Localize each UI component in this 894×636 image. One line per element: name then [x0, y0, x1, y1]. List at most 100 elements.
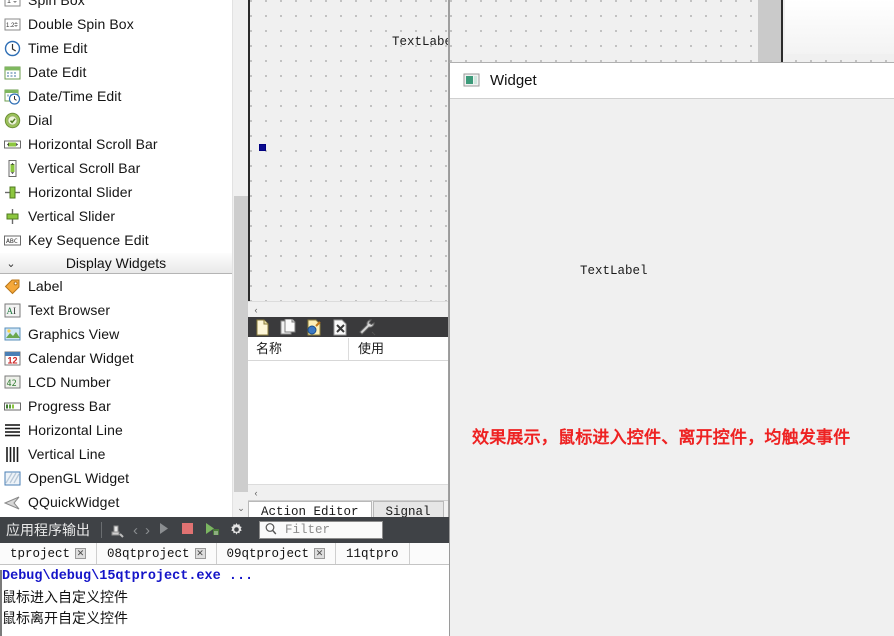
widget-group-display-widgets[interactable]: ⌄ Display Widgets: [0, 252, 232, 274]
designer-canvas[interactable]: TextLabel: [248, 0, 448, 301]
action-editor-horizontal-scrollbar[interactable]: ‹: [248, 484, 448, 500]
widget-window-body[interactable]: TextLabel 效果展示，鼠标进入控件、离开控件，均触发事件: [450, 99, 894, 636]
widget-item-disp-6[interactable]: Horizontal Line: [0, 418, 232, 442]
lcd-number-icon: 42: [4, 374, 21, 391]
widget-item-label: Progress Bar: [28, 398, 111, 414]
output-tab-0[interactable]: tproject ✕: [0, 543, 98, 564]
application-output-pane[interactable]: 应用程序输出 ‹ › Filter tproject ✕ 08qtproject…: [0, 517, 449, 636]
widget-item-label: LCD Number: [28, 374, 111, 390]
output-tab-label: tproject: [10, 546, 71, 561]
widget-item-disp-2[interactable]: Graphics View: [0, 322, 232, 346]
svg-text:12: 12: [8, 355, 18, 365]
property-pane-edge: [785, 0, 894, 54]
horizontal-line-icon: [4, 422, 21, 439]
widget-window-icon: [463, 72, 480, 89]
output-log[interactable]: Debug\debug\15qtproject.exe ... 鼠标进入自定义控件…: [0, 565, 449, 629]
filter-input[interactable]: Filter: [259, 521, 383, 539]
widget-item-label: Horizontal Slider: [28, 184, 133, 200]
output-tab-3[interactable]: 11qtpro: [336, 543, 410, 564]
delete-action-icon[interactable]: [332, 319, 349, 336]
preview-text-label: TextLabel: [580, 264, 648, 278]
action-editor-list[interactable]: [248, 361, 448, 484]
canvas-text-label[interactable]: TextLabel: [392, 35, 448, 49]
widget-item-top-4[interactable]: Date/Time Edit: [0, 84, 232, 108]
close-icon[interactable]: ✕: [314, 548, 326, 559]
horizontal-scrollbar-icon: [4, 136, 21, 153]
graphics-view-icon: [4, 326, 21, 343]
canvas-horizontal-scrollbar[interactable]: ‹: [248, 301, 448, 318]
output-tab-2[interactable]: 09qtproject ✕: [217, 543, 337, 564]
widget-item-label: QQuickWidget: [28, 494, 120, 510]
widget-item-disp-9[interactable]: QQuickWidget: [0, 490, 232, 514]
widget-item-top-6[interactable]: Horizontal Scroll Bar: [0, 132, 232, 156]
configure-icon[interactable]: [358, 319, 376, 336]
widget-item-top-2[interactable]: Time Edit: [0, 36, 232, 60]
widget-item-label: OpenGL Widget: [28, 470, 130, 486]
widget-item-top-3[interactable]: Date Edit: [0, 60, 232, 84]
close-icon[interactable]: ✕: [75, 548, 87, 559]
widget-box-scrollbar[interactable]: ⌄: [232, 0, 248, 517]
new-action-icon[interactable]: [254, 319, 271, 336]
widget-item-top-5[interactable]: Dial: [0, 108, 232, 132]
widget-item-top-9[interactable]: Vertical Slider: [0, 204, 232, 228]
prev-item-icon[interactable]: ‹: [133, 523, 138, 538]
clear-output-icon[interactable]: [109, 522, 126, 539]
output-log-left-border: [0, 570, 2, 636]
widget-item-label: Date Edit: [28, 64, 87, 80]
widget-item-label: Dial: [28, 112, 53, 128]
widget-item-top-7[interactable]: Vertical Scroll Bar: [0, 156, 232, 180]
next-item-icon[interactable]: ›: [145, 523, 150, 538]
widget-item-disp-8[interactable]: OpenGL Widget: [0, 466, 232, 490]
calendar-widget-icon: 12: [4, 350, 21, 367]
widget-item-top-10[interactable]: ABC Key Sequence Edit: [0, 228, 232, 252]
stop-icon[interactable]: [181, 522, 198, 539]
widget-item-label: Vertical Slider: [28, 208, 116, 224]
scroll-left-icon[interactable]: ‹: [248, 485, 264, 501]
column-header-used[interactable]: 使用: [348, 338, 448, 360]
widget-item-label: Key Sequence Edit: [28, 232, 149, 248]
date-time-edit-icon: [4, 88, 21, 105]
vertical-slider-icon: [4, 208, 21, 225]
widget-window-titlebar[interactable]: Widget: [450, 63, 894, 99]
copy-action-icon[interactable]: [280, 318, 297, 336]
scroll-down-icon[interactable]: ⌄: [233, 500, 249, 517]
canvas-vertical-scrollbar[interactable]: [758, 0, 783, 62]
double-spinbox-icon: 1.2: [4, 16, 21, 33]
scroll-left-icon[interactable]: ‹: [248, 302, 264, 318]
widget-item-disp-3[interactable]: 12 Calendar Widget: [0, 346, 232, 370]
output-tab-label: 08qtproject: [107, 546, 190, 561]
debug-run-icon[interactable]: [205, 522, 222, 539]
widget-item-top-8[interactable]: Horizontal Slider: [0, 180, 232, 204]
widget-item-top-0[interactable]: 1 Spin Box: [0, 0, 232, 12]
time-edit-icon: [4, 40, 21, 57]
widget-box-palette[interactable]: 1 Spin Box 1.2 Double Spin Box Time Edit Date…: [0, 0, 232, 517]
column-header-name[interactable]: 名称: [248, 338, 348, 360]
settings-gear-icon[interactable]: [229, 522, 246, 539]
widget-item-disp-4[interactable]: 42 LCD Number: [0, 370, 232, 394]
scrollbar-thumb[interactable]: [234, 196, 248, 492]
edit-action-icon[interactable]: [306, 319, 323, 336]
widget-item-top-1[interactable]: 1.2 Double Spin Box: [0, 12, 232, 36]
widget-item-label: Horizontal Scroll Bar: [28, 136, 158, 152]
widget-item-disp-5[interactable]: Progress Bar: [0, 394, 232, 418]
widget-item-disp-7[interactable]: Vertical Line: [0, 442, 232, 466]
progress-bar-icon: [4, 398, 21, 415]
output-log-line: Debug\debug\15qtproject.exe ...: [2, 569, 254, 584]
output-tab-label: 11qtpro: [346, 546, 399, 561]
filter-placeholder: Filter: [285, 523, 331, 537]
run-icon[interactable]: [157, 522, 174, 539]
action-editor-toolbar[interactable]: [248, 317, 448, 337]
widget-item-disp-0[interactable]: Label: [0, 274, 232, 298]
chevron-down-icon[interactable]: ⌄: [0, 257, 22, 270]
widget-preview-window[interactable]: Widget TextLabel 效果展示，鼠标进入控件、离开控件，均触发事件: [449, 62, 894, 636]
action-editor-column-headers: 名称 使用: [248, 337, 448, 361]
output-tab-label: 09qtproject: [226, 546, 310, 561]
close-icon[interactable]: ✕: [194, 548, 206, 559]
output-pane-tabs[interactable]: tproject ✕ 08qtproject ✕ 09qtproject ✕ 11qtpro: [0, 543, 449, 565]
widget-item-disp-1[interactable]: A I Text Browser: [0, 298, 232, 322]
scrollbar-track[interactable]: [264, 301, 448, 318]
output-pane-title: 应用程序输出: [6, 522, 90, 538]
selection-handle[interactable]: [259, 144, 266, 151]
center-column: TextLabel ‹: [248, 0, 448, 522]
output-tab-1[interactable]: 08qtproject ✕: [97, 543, 217, 564]
